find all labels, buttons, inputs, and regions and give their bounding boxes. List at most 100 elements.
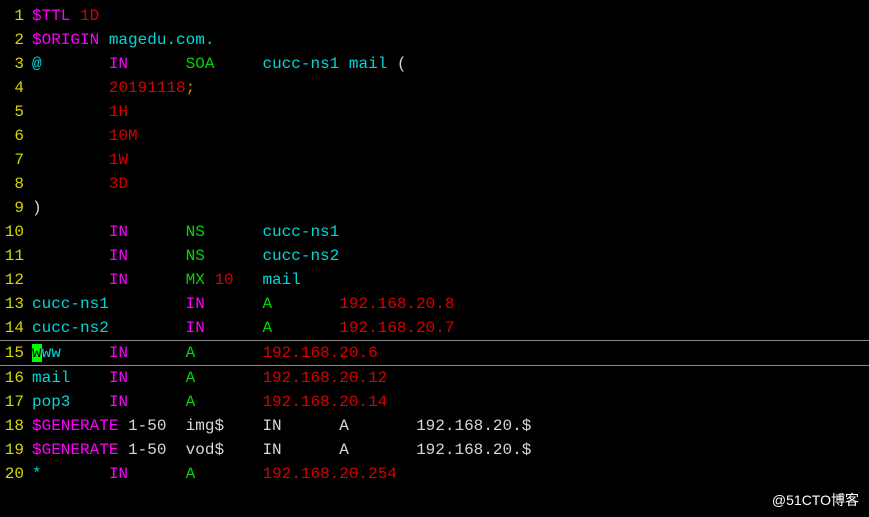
code-token — [214, 55, 262, 73]
line-number: 7 — [0, 148, 32, 172]
code-token: 192.168.20.14 — [262, 393, 387, 411]
code-line[interactable]: 17pop3 IN A 192.168.20.14 — [0, 390, 869, 414]
line-content[interactable]: 1W — [32, 148, 869, 172]
code-token: $ORIGIN — [32, 31, 99, 49]
code-line[interactable]: 5 1H — [0, 100, 869, 124]
code-line[interactable]: 14cucc-ns2 IN A 192.168.20.7 — [0, 316, 869, 340]
code-token: cucc-ns1 mail — [262, 55, 387, 73]
code-token — [128, 393, 186, 411]
line-content[interactable]: mail IN A 192.168.20.12 — [32, 366, 869, 390]
code-token: cucc-ns2 — [262, 247, 339, 265]
line-content[interactable]: ) — [32, 196, 869, 220]
code-token: ) — [32, 199, 42, 217]
line-content[interactable]: 20191118; — [32, 76, 869, 100]
code-token: cucc-ns2 — [32, 319, 109, 337]
line-content[interactable]: * IN A 192.168.20.254 — [32, 462, 869, 486]
code-token — [272, 319, 339, 337]
code-token: 1H — [109, 103, 128, 121]
code-token — [109, 295, 186, 313]
code-token — [234, 271, 263, 289]
line-content[interactable]: IN NS cucc-ns1 — [32, 220, 869, 244]
code-line[interactable]: 16mail IN A 192.168.20.12 — [0, 366, 869, 390]
line-number: 3 — [0, 52, 32, 76]
line-content[interactable]: 3D — [32, 172, 869, 196]
line-number: 6 — [0, 124, 32, 148]
code-token: IN — [186, 295, 205, 313]
code-line[interactable]: 4 20191118; — [0, 76, 869, 100]
code-token — [70, 393, 108, 411]
code-token: SOA — [186, 55, 215, 73]
code-line[interactable]: 15www IN A 192.168.20.6 — [0, 340, 869, 366]
code-token — [128, 271, 186, 289]
code-token — [205, 319, 263, 337]
code-line[interactable]: 6 10M — [0, 124, 869, 148]
line-number: 19 — [0, 438, 32, 462]
line-content[interactable]: $ORIGIN magedu.com. — [32, 28, 869, 52]
line-number: 1 — [0, 4, 32, 28]
code-line[interactable]: 12 IN MX 10 mail — [0, 268, 869, 292]
code-token: IN — [109, 247, 128, 265]
code-token — [205, 271, 215, 289]
line-number: 5 — [0, 100, 32, 124]
line-content[interactable]: cucc-ns2 IN A 192.168.20.7 — [32, 316, 869, 340]
line-number: 4 — [0, 76, 32, 100]
code-token — [272, 295, 339, 313]
code-token: IN — [186, 319, 205, 337]
code-token — [205, 223, 263, 241]
line-content[interactable]: www IN A 192.168.20.6 — [32, 341, 869, 365]
code-token: w — [32, 344, 42, 362]
code-editor[interactable]: 1$TTL 1D2$ORIGIN magedu.com.3@ IN SOA cu… — [0, 0, 869, 490]
code-token: NS — [186, 247, 205, 265]
code-token: @ — [32, 55, 42, 73]
line-content[interactable]: $GENERATE 1-50 img$ IN A 192.168.20.$ — [32, 414, 869, 438]
line-content[interactable]: 10M — [32, 124, 869, 148]
code-line[interactable]: 9) — [0, 196, 869, 220]
line-content[interactable]: 1H — [32, 100, 869, 124]
code-token: pop3 — [32, 393, 70, 411]
line-content[interactable]: $TTL 1D — [32, 4, 869, 28]
line-number: 9 — [0, 196, 32, 220]
code-token: 1-50 vod$ IN A 192.168.20.$ — [118, 441, 531, 459]
line-content[interactable]: $GENERATE 1-50 vod$ IN A 192.168.20.$ — [32, 438, 869, 462]
line-content[interactable]: pop3 IN A 192.168.20.14 — [32, 390, 869, 414]
code-line[interactable]: 18$GENERATE 1-50 img$ IN A 192.168.20.$ — [0, 414, 869, 438]
code-token — [99, 31, 109, 49]
code-token: IN — [109, 369, 128, 387]
line-number: 17 — [0, 390, 32, 414]
code-line[interactable]: 3@ IN SOA cucc-ns1 mail ( — [0, 52, 869, 76]
code-token: $GENERATE — [32, 441, 118, 459]
code-token: MX — [186, 271, 205, 289]
code-line[interactable]: 7 1W — [0, 148, 869, 172]
code-token — [32, 151, 109, 169]
code-line[interactable]: 11 IN NS cucc-ns2 — [0, 244, 869, 268]
code-token: IN — [109, 55, 128, 73]
code-line[interactable]: 19$GENERATE 1-50 vod$ IN A 192.168.20.$ — [0, 438, 869, 462]
code-token: ( — [387, 55, 406, 73]
line-content[interactable]: @ IN SOA cucc-ns1 mail ( — [32, 52, 869, 76]
code-token: A — [186, 393, 196, 411]
line-content[interactable]: IN MX 10 mail — [32, 268, 869, 292]
line-content[interactable]: cucc-ns1 IN A 192.168.20.8 — [32, 292, 869, 316]
code-token — [195, 344, 262, 362]
code-line[interactable]: 1$TTL 1D — [0, 4, 869, 28]
code-token — [32, 247, 109, 265]
code-token: cucc-ns1 — [32, 295, 109, 313]
code-token: IN — [109, 465, 128, 483]
watermark: @51CTO博客 — [772, 490, 859, 511]
code-line[interactable]: 13cucc-ns1 IN A 192.168.20.8 — [0, 292, 869, 316]
code-token — [128, 223, 186, 241]
line-number: 10 — [0, 220, 32, 244]
code-line[interactable]: 8 3D — [0, 172, 869, 196]
code-token: ; — [186, 79, 196, 97]
code-token: $GENERATE — [32, 417, 118, 435]
code-token — [32, 103, 109, 121]
code-token — [128, 55, 186, 73]
code-token: IN — [109, 271, 128, 289]
code-line[interactable]: 20* IN A 192.168.20.254 — [0, 462, 869, 486]
line-content[interactable]: IN NS cucc-ns2 — [32, 244, 869, 268]
code-token — [32, 79, 109, 97]
code-token: 10M — [109, 127, 138, 145]
code-line[interactable]: 10 IN NS cucc-ns1 — [0, 220, 869, 244]
code-line[interactable]: 2$ORIGIN magedu.com. — [0, 28, 869, 52]
code-token — [128, 369, 186, 387]
